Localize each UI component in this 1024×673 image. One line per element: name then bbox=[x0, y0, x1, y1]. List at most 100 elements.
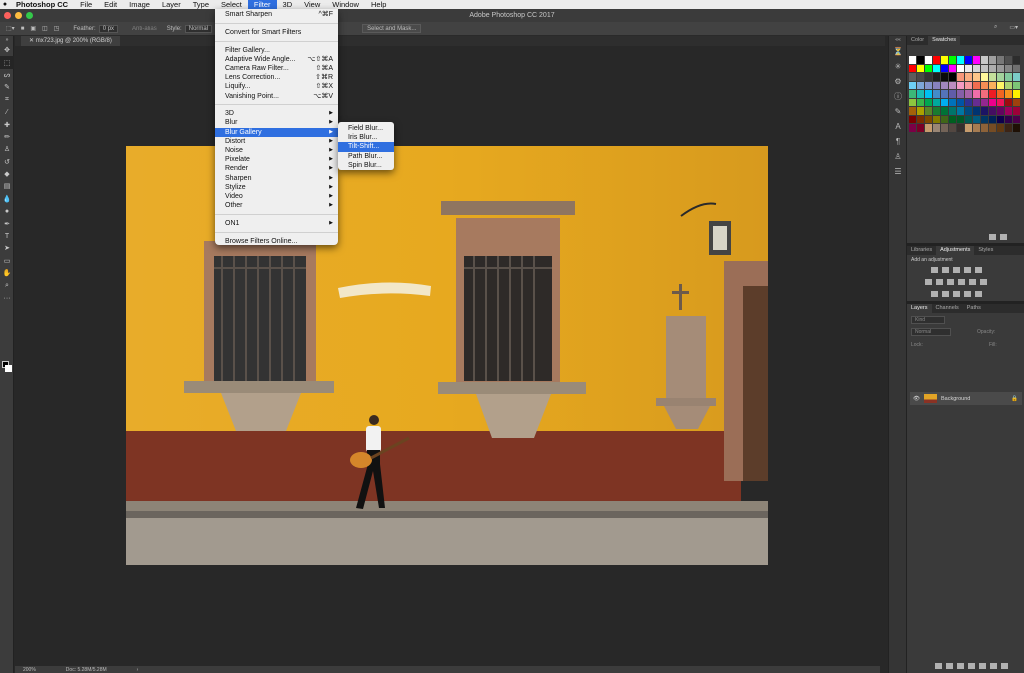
character-panel-icon[interactable]: A bbox=[889, 119, 907, 134]
filter-menu-item-liquify[interactable]: Liquify... ⇧⌘X bbox=[215, 82, 338, 91]
posterize-icon[interactable] bbox=[942, 291, 949, 297]
marquee-tool-preset-icon[interactable]: ⬚▾ bbox=[6, 25, 15, 32]
color-swatch[interactable] bbox=[981, 115, 989, 124]
color-swatch[interactable] bbox=[917, 81, 925, 90]
color-swatch[interactable] bbox=[957, 107, 965, 116]
color-swatch[interactable] bbox=[909, 115, 917, 124]
tab-styles[interactable]: Styles bbox=[974, 246, 997, 255]
color-swatch[interactable] bbox=[941, 98, 949, 107]
color-swatch[interactable] bbox=[965, 56, 973, 65]
color-swatch[interactable] bbox=[981, 107, 989, 116]
color-swatch[interactable] bbox=[909, 98, 917, 107]
style-select[interactable]: Normal bbox=[184, 24, 213, 33]
menu-type[interactable]: Type bbox=[187, 0, 215, 9]
tab-paths[interactable]: Paths bbox=[963, 304, 985, 313]
color-swatch[interactable] bbox=[933, 98, 941, 107]
marquee-tool-icon[interactable]: ⬚ bbox=[0, 56, 14, 69]
color-swatch[interactable] bbox=[933, 64, 941, 73]
color-swatch[interactable] bbox=[917, 98, 925, 107]
color-swatch[interactable] bbox=[941, 64, 949, 73]
color-swatch[interactable] bbox=[957, 124, 965, 133]
filter-menu-item-adaptive-wide-angle[interactable]: Adaptive Wide Angle... ⌥⇧⌘A bbox=[215, 55, 338, 64]
color-swatch[interactable] bbox=[981, 124, 989, 133]
search-icon[interactable]: ⌕ bbox=[994, 24, 997, 31]
shape-tool-icon[interactable]: ▭ bbox=[0, 255, 14, 267]
color-swatch[interactable] bbox=[917, 107, 925, 116]
filter-menu-item-convert-for-smart-filters[interactable]: Convert for Smart Filters bbox=[215, 28, 338, 37]
color-swatch[interactable] bbox=[1005, 107, 1013, 116]
color-swatch[interactable] bbox=[949, 73, 957, 82]
color-swatch[interactable] bbox=[1013, 98, 1021, 107]
blur-gallery-item-field-blur[interactable]: Field Blur... bbox=[338, 124, 394, 133]
color-swatch[interactable] bbox=[989, 81, 997, 90]
delete-layer-icon[interactable] bbox=[1001, 663, 1008, 669]
color-swatch[interactable] bbox=[1005, 115, 1013, 124]
status-arrow-icon[interactable]: › bbox=[137, 667, 139, 673]
stamp-tool-icon[interactable]: ♙ bbox=[0, 143, 14, 155]
color-swatch[interactable] bbox=[997, 107, 1005, 116]
tab-adjustments[interactable]: Adjustments bbox=[936, 246, 975, 255]
color-swatch[interactable] bbox=[917, 56, 925, 65]
color-swatch[interactable] bbox=[933, 107, 941, 116]
gradient-tool-icon[interactable]: ▤ bbox=[0, 180, 14, 192]
color-swatch[interactable] bbox=[965, 115, 973, 124]
healing-tool-icon[interactable]: ✚ bbox=[0, 118, 14, 130]
blur-gallery-item-path-blur[interactable]: Path Blur... bbox=[338, 152, 394, 161]
color-swatch[interactable] bbox=[1013, 90, 1021, 99]
color-swatch[interactable] bbox=[989, 115, 997, 124]
color-swatch[interactable] bbox=[909, 73, 917, 82]
move-tool-icon[interactable]: ✥ bbox=[0, 44, 14, 56]
blur-gallery-item-iris-blur[interactable]: Iris Blur... bbox=[338, 133, 394, 142]
color-swatch[interactable] bbox=[925, 81, 933, 90]
color-swatch[interactable] bbox=[997, 124, 1005, 133]
color-swatch[interactable] bbox=[925, 107, 933, 116]
color-swatch[interactable] bbox=[941, 107, 949, 116]
threshold-icon[interactable] bbox=[953, 291, 960, 297]
color-swatch[interactable] bbox=[997, 115, 1005, 124]
color-swatch[interactable] bbox=[909, 81, 917, 90]
color-swatch[interactable] bbox=[917, 124, 925, 133]
menu-photoshop[interactable]: Photoshop CC bbox=[10, 0, 74, 9]
color-swatch[interactable] bbox=[965, 90, 973, 99]
color-swatch[interactable] bbox=[941, 81, 949, 90]
color-swatch[interactable] bbox=[925, 124, 933, 133]
path-select-tool-icon[interactable]: ➤ bbox=[0, 242, 14, 254]
selective-color-icon[interactable] bbox=[975, 291, 982, 297]
menu-file[interactable]: File bbox=[74, 0, 98, 9]
filter-menu-item-noise[interactable]: Noise ▶ bbox=[215, 146, 338, 155]
tab-channels[interactable]: Channels bbox=[932, 304, 963, 313]
collapse-icon[interactable]: » bbox=[0, 36, 14, 44]
hand-tool-icon[interactable]: ✋ bbox=[0, 267, 14, 279]
pen-tool-icon[interactable]: ✒ bbox=[0, 217, 14, 229]
document-tab[interactable]: ✕ mx723.jpg @ 200% (RGB/8) bbox=[21, 36, 120, 46]
doc-size[interactable]: Doc: 5.28M/5.28M bbox=[66, 667, 107, 673]
tab-swatches[interactable]: Swatches bbox=[928, 36, 961, 45]
color-swatch[interactable] bbox=[997, 56, 1005, 65]
color-swatch[interactable] bbox=[1013, 124, 1021, 133]
dodge-tool-icon[interactable]: ● bbox=[0, 205, 14, 217]
color-swatch[interactable] bbox=[965, 73, 973, 82]
gradient-map-icon[interactable] bbox=[964, 291, 971, 297]
color-swatch[interactable] bbox=[941, 56, 949, 65]
color-swatch[interactable] bbox=[957, 98, 965, 107]
color-swatch[interactable] bbox=[925, 64, 933, 73]
color-swatch[interactable] bbox=[917, 90, 925, 99]
color-swatch[interactable] bbox=[949, 56, 957, 65]
color-swatch[interactable] bbox=[989, 73, 997, 82]
color-swatch[interactable] bbox=[973, 124, 981, 133]
color-swatch[interactable] bbox=[949, 81, 957, 90]
minimize-window-button[interactable] bbox=[15, 12, 22, 19]
color-swatch[interactable] bbox=[973, 56, 981, 65]
color-swatch[interactable] bbox=[957, 56, 965, 65]
history-panel-icon[interactable]: ⏳ bbox=[889, 44, 907, 59]
color-swatch[interactable] bbox=[933, 56, 941, 65]
feather-input[interactable]: 0 px bbox=[98, 24, 119, 33]
apple-icon[interactable]: ● bbox=[0, 1, 10, 8]
color-swatch[interactable] bbox=[941, 124, 949, 133]
close-window-button[interactable] bbox=[4, 12, 11, 19]
eraser-tool-icon[interactable]: ◆ bbox=[0, 168, 14, 180]
color-swatch[interactable] bbox=[989, 56, 997, 65]
color-swatch[interactable] bbox=[997, 64, 1005, 73]
new-adjustment-icon[interactable] bbox=[968, 663, 975, 669]
color-swatch[interactable] bbox=[933, 90, 941, 99]
